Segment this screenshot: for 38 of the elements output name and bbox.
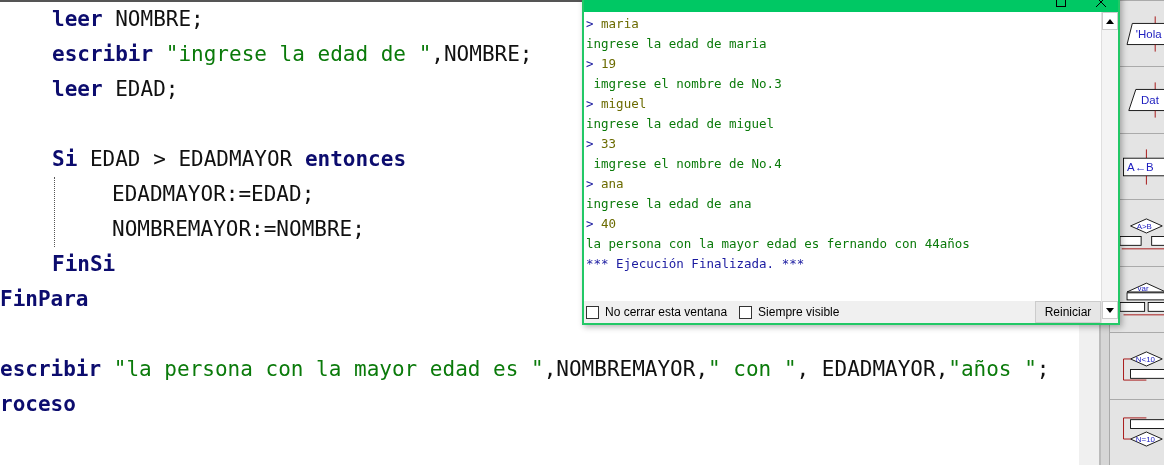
close-icon[interactable] [1096,0,1106,7]
flowchart-shape-drawing[interactable]: N<10 [1120,345,1164,386]
flowchart-shape-drawing[interactable]: A←B [1120,146,1164,187]
code-line: escribir "ingrese la edad de ",NOMBRE; [52,41,533,68]
code-line: NOMBREMAYOR:=NOMBRE; [112,216,365,243]
console-line: > 40 [586,215,618,233]
flowchart-shape-drawing[interactable]: var [1120,279,1164,320]
console-line: imgrese el nombre de No.4 [592,155,783,173]
code-line: leer EDAD; [52,76,179,103]
code-line: FinPara [0,286,89,313]
console-line: > ana [586,175,625,193]
flowchart-shape-drawing[interactable]: A>B [1120,212,1164,253]
flowchart-shape-drawing[interactable]: Dat [1120,80,1164,121]
restart-button[interactable]: Reiniciar [1035,301,1101,323]
console-line: ingrese la edad de ana [586,195,753,213]
console-scrollbar[interactable] [1101,12,1118,301]
console-line: > 33 [586,135,618,153]
code-line: EDADMAYOR:=EDAD; [112,181,315,208]
console-line: ingrese la edad de miguel [586,115,776,133]
scroll-down-icon[interactable] [1106,307,1114,313]
console-line: la persona con la mayor edad es fernando con 44años [586,235,971,253]
checkbox-option[interactable]: Siempre visible [739,305,840,319]
code-line: roceso [0,391,76,418]
console-line: > maria [586,15,640,33]
code-line: FinSi [52,251,116,278]
code-line: leer NOMBRE; [52,6,204,33]
console-line: ingrese la edad de maria [586,35,768,53]
console-line: > 19 [586,55,618,73]
scroll-up-icon[interactable] [1106,18,1114,24]
flowchart-shape-drawing[interactable]: N=10 [1120,412,1164,453]
checkbox-option[interactable]: No cerrar esta ventana [586,305,728,319]
code-line: escribir "la persona con la mayor edad es ",NOMBREMAYOR," con ", EDADMAYOR,"años "; [0,356,1050,383]
console-line: imgrese el nombre de No.3 [592,75,783,93]
console-line: > miguel [586,95,648,113]
console-line: *** Ejecución Finalizada. *** [586,255,806,273]
flowchart-shape-drawing[interactable]: 'Hola [1120,13,1164,54]
maximize-icon[interactable] [1056,0,1066,7]
code-line: Si EDAD > EDADMAYOR entonces [52,146,407,173]
